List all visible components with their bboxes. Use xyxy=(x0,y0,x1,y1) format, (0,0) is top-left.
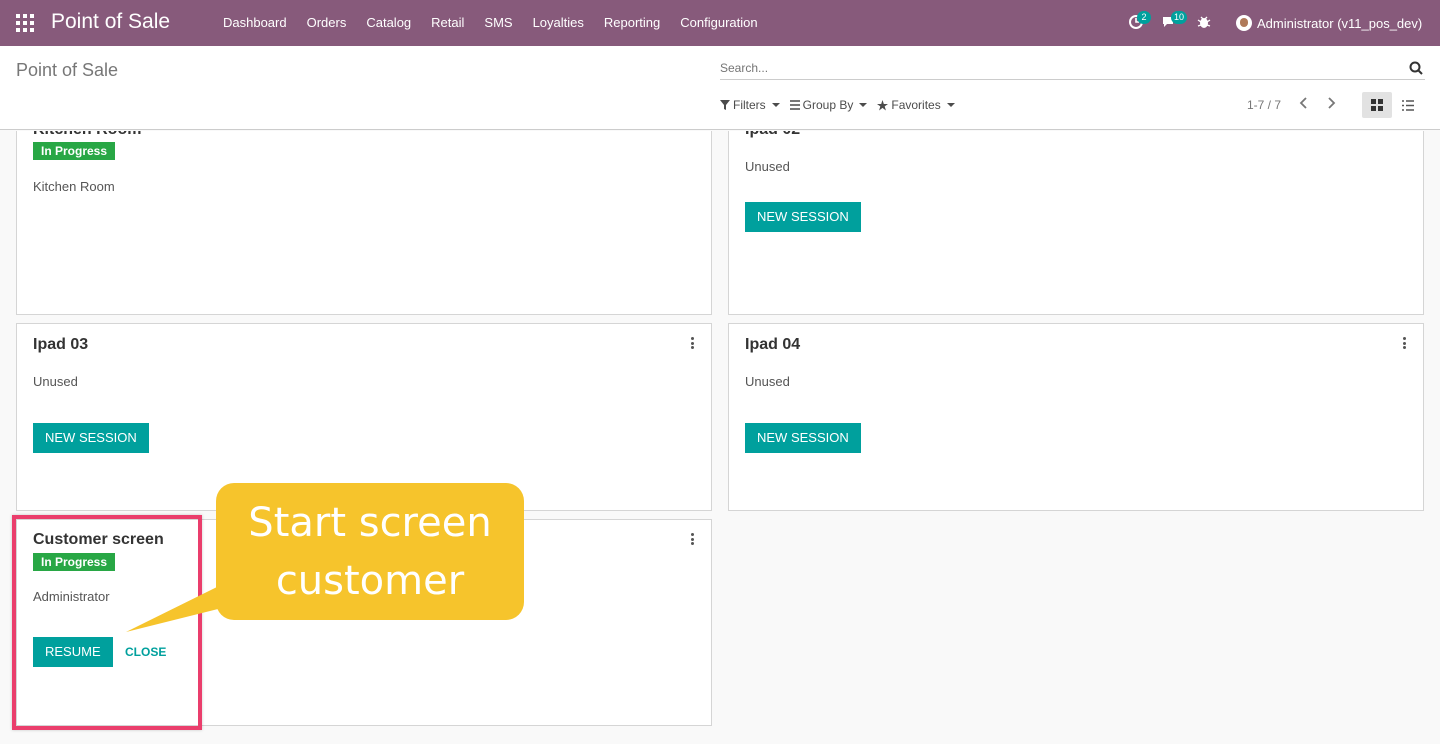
chevron-right-icon xyxy=(1328,97,1336,109)
favorites-button[interactable]: Favorites xyxy=(877,98,955,112)
card-title: Ipad 03 xyxy=(33,336,89,353)
bug-icon xyxy=(1197,16,1211,28)
search-icon[interactable] xyxy=(1409,61,1423,75)
group-by-button[interactable]: Group By xyxy=(789,98,868,112)
messages-count-badge: 10 xyxy=(1171,11,1188,24)
menu-item-configuration[interactable]: Configuration xyxy=(670,0,767,46)
search-bar xyxy=(720,58,1425,80)
chevron-left-icon xyxy=(1299,97,1307,109)
menu-item-dashboard[interactable]: Dashboard xyxy=(213,0,297,46)
callout-bubble: Start screen customer xyxy=(216,483,524,620)
more-options-icon[interactable] xyxy=(691,337,695,349)
caret-down-icon xyxy=(859,103,868,107)
caret-down-icon xyxy=(771,103,780,107)
favorites-label: Favorites xyxy=(891,98,941,112)
more-options-icon[interactable] xyxy=(1403,337,1407,349)
list-view-button[interactable] xyxy=(1393,92,1423,118)
list-icon xyxy=(1402,99,1414,111)
card-subtitle: Unused xyxy=(745,374,790,389)
control-panel: Point of Sale Filters Group By Favorites… xyxy=(0,46,1440,130)
filters-button[interactable]: Filters xyxy=(720,98,780,112)
card-subtitle: Kitchen Room xyxy=(33,179,115,194)
filters-label: Filters xyxy=(733,98,766,112)
pos-card-ipad-04: Ipad 04 Unused NEW SESSION xyxy=(728,323,1424,511)
menu-item-retail[interactable]: Retail xyxy=(421,0,474,46)
pos-card-kitchen-room: Kitchen Room In Progress Kitchen Room xyxy=(16,131,712,315)
more-options-icon[interactable] xyxy=(691,533,695,545)
messages-icon[interactable]: 10 xyxy=(1161,11,1188,32)
kanban-view: Kitchen Room In Progress Kitchen Room Ip… xyxy=(0,131,1440,744)
th-large-icon xyxy=(1371,99,1383,111)
pos-card-ipad-02: Ipad 02 Unused NEW SESSION xyxy=(728,131,1424,315)
search-input[interactable] xyxy=(720,58,1400,78)
card-title: Ipad 02 xyxy=(745,131,800,139)
callout-line-2: customer xyxy=(275,557,465,604)
bars-icon xyxy=(789,100,800,110)
top-navbar: Point of Sale Dashboard Orders Catalog R… xyxy=(0,0,1440,46)
card-title: Ipad 04 xyxy=(745,336,801,353)
group-by-label: Group By xyxy=(802,98,854,112)
pager-next-button[interactable] xyxy=(1323,96,1339,112)
menu-item-catalog[interactable]: Catalog xyxy=(356,0,421,46)
new-session-button[interactable]: NEW SESSION xyxy=(745,423,861,453)
callout-line-1: Start screen xyxy=(248,499,492,546)
card-title: Kitchen Room xyxy=(33,131,141,139)
app-brand[interactable]: Point of Sale xyxy=(51,10,170,34)
new-session-button[interactable]: NEW SESSION xyxy=(745,202,861,232)
status-badge: In Progress xyxy=(33,142,116,160)
breadcrumb: Point of Sale xyxy=(16,60,119,80)
caret-down-icon xyxy=(946,103,955,107)
activity-icon[interactable]: 2 xyxy=(1127,11,1151,32)
user-name: Administrator (v11_pos_dev) xyxy=(1257,15,1423,31)
activity-count-badge: 2 xyxy=(1137,11,1151,24)
filter-icon xyxy=(720,100,730,110)
star-icon xyxy=(877,99,889,110)
avatar xyxy=(1236,15,1252,31)
card-subtitle: Unused xyxy=(33,374,78,389)
pager-value[interactable]: 1-7 / 7 xyxy=(1247,98,1281,112)
kanban-view-button[interactable] xyxy=(1362,92,1392,118)
menu-item-loyalties[interactable]: Loyalties xyxy=(523,0,594,46)
apps-menu-icon[interactable] xyxy=(16,14,34,32)
debug-icon[interactable] xyxy=(1195,14,1213,32)
user-menu[interactable]: Administrator (v11_pos_dev) xyxy=(1236,14,1422,32)
menu-item-reporting[interactable]: Reporting xyxy=(594,0,670,46)
pager-previous-button[interactable] xyxy=(1296,96,1312,112)
card-subtitle: Unused xyxy=(745,159,790,174)
menu-item-sms[interactable]: SMS xyxy=(474,0,522,46)
menu-item-orders[interactable]: Orders xyxy=(297,0,357,46)
new-session-button[interactable]: NEW SESSION xyxy=(33,423,149,453)
search-options: Filters Group By Favorites xyxy=(720,98,955,112)
main-menu: Dashboard Orders Catalog Retail SMS Loya… xyxy=(213,0,768,46)
